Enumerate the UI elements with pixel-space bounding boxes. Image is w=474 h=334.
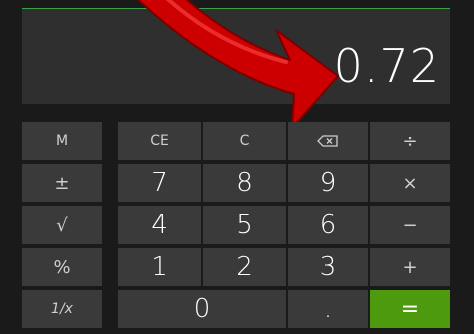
plus-minus-button[interactable]: ± bbox=[22, 164, 102, 202]
percent-label: % bbox=[53, 256, 71, 278]
square-root-label: √ bbox=[56, 214, 68, 236]
digit-1-label: 1 bbox=[151, 252, 168, 282]
digit-7-label: 7 bbox=[151, 168, 168, 198]
reciprocal-label: 1/x bbox=[51, 301, 73, 317]
digit-5-button[interactable]: 5 bbox=[203, 206, 286, 244]
divide-label: ÷ bbox=[402, 130, 418, 152]
percent-button[interactable]: % bbox=[22, 248, 102, 286]
digit-3-button[interactable]: 3 bbox=[288, 248, 368, 286]
multiply-label: × bbox=[402, 172, 418, 194]
digit-3-label: 3 bbox=[319, 252, 337, 282]
digit-2-label: 2 bbox=[236, 252, 253, 282]
plus-minus-label: ± bbox=[54, 172, 70, 194]
clear-button[interactable]: C bbox=[203, 122, 286, 160]
backspace-icon bbox=[317, 135, 338, 147]
plus-button[interactable]: + bbox=[370, 248, 450, 286]
digit-4-button[interactable]: 4 bbox=[118, 206, 201, 244]
digit-6-button[interactable]: 6 bbox=[288, 206, 368, 244]
equals-button[interactable]: = bbox=[370, 290, 450, 328]
multiply-button[interactable]: × bbox=[370, 164, 450, 202]
digit-5-label: 5 bbox=[236, 210, 253, 240]
minus-button[interactable]: − bbox=[370, 206, 450, 244]
square-root-button[interactable]: √ bbox=[22, 206, 102, 244]
memory-button[interactable]: M bbox=[22, 122, 102, 160]
digit-4-label: 4 bbox=[151, 210, 168, 240]
clear-entry-label: CE bbox=[150, 133, 169, 149]
digit-6-label: 6 bbox=[319, 210, 337, 240]
digit-8-button[interactable]: 8 bbox=[203, 164, 286, 202]
decimal-label: . bbox=[323, 294, 333, 324]
digit-8-label: 8 bbox=[236, 168, 253, 198]
memory-label: M bbox=[55, 133, 69, 149]
digit-0-label: 0 bbox=[193, 294, 211, 324]
plus-label: + bbox=[402, 256, 418, 278]
digit-0-button[interactable]: 0 bbox=[118, 290, 286, 328]
digit-9-label: 9 bbox=[319, 168, 337, 198]
digit-1-button[interactable]: 1 bbox=[118, 248, 201, 286]
equals-label: = bbox=[400, 296, 420, 322]
decimal-button[interactable]: . bbox=[288, 290, 368, 328]
clear-entry-button[interactable]: CE bbox=[118, 122, 201, 160]
digit-2-button[interactable]: 2 bbox=[203, 248, 286, 286]
divide-button[interactable]: ÷ bbox=[370, 122, 450, 160]
minus-label: − bbox=[402, 214, 418, 236]
backspace-button[interactable] bbox=[288, 122, 368, 160]
clear-label: C bbox=[239, 133, 250, 149]
reciprocal-button[interactable]: 1/x bbox=[22, 290, 102, 328]
digit-9-button[interactable]: 9 bbox=[288, 164, 368, 202]
digit-7-button[interactable]: 7 bbox=[118, 164, 201, 202]
